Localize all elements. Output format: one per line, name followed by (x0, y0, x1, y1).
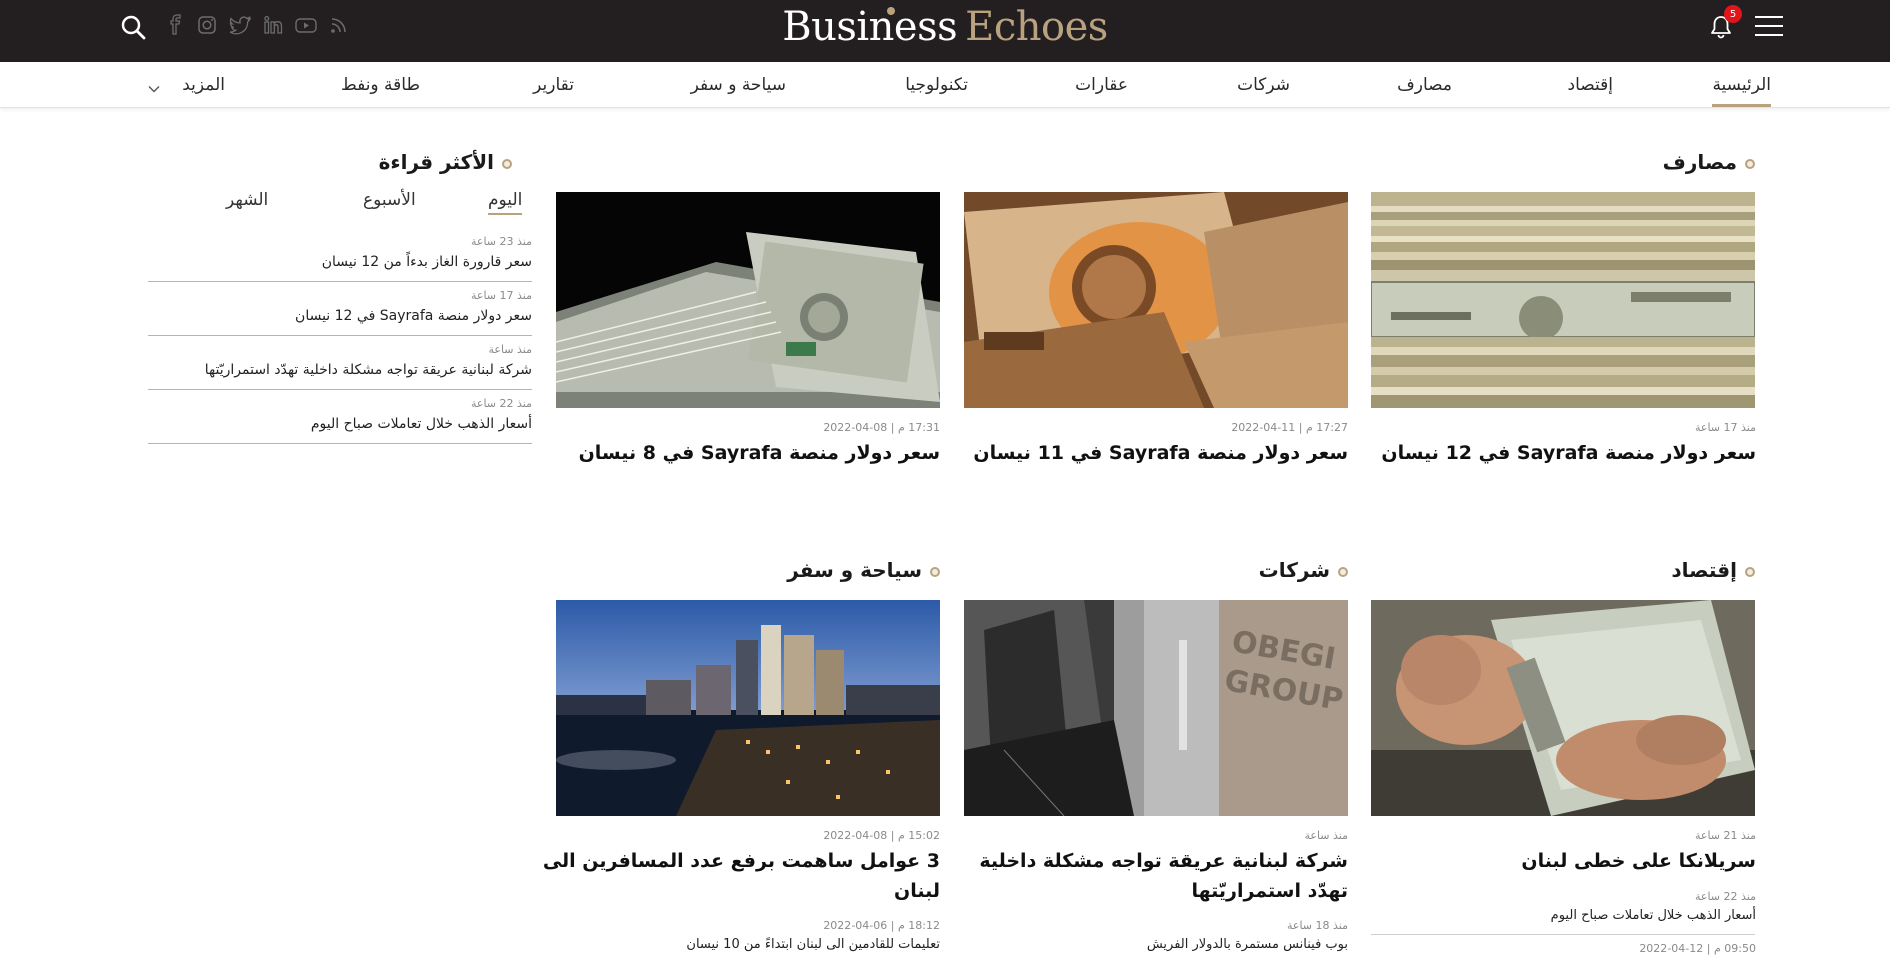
section-title-most-read: الأكثر قراءة (379, 150, 512, 174)
card-time: 17:27 م | 11-04-2022 (1231, 421, 1348, 434)
section-title-banks[interactable]: مصارف (1663, 150, 1755, 174)
most-read-item[interactable]: شركة لبنانية عريقة تواجه مشكلة داخلية ته… (205, 362, 532, 378)
sub-item-time: منذ 18 ساعة (1286, 919, 1348, 932)
most-read-tab-month[interactable]: الشهر (226, 190, 268, 210)
card-title[interactable]: سعر دولار منصة Sayrafa في 8 نيسان (556, 438, 940, 468)
card-time: 17:31 م | 08-04-2022 (823, 421, 940, 434)
nav-item-energy[interactable]: طاقة ونفط (341, 75, 420, 95)
top-bar: Business Echoes 5 (0, 0, 1890, 62)
card-image-economy[interactable] (1371, 600, 1755, 816)
most-read-tab-week[interactable]: الأسبوع (363, 190, 416, 210)
section-title-travel[interactable]: سياحة و سفر (787, 558, 940, 582)
card-title-line2[interactable]: لبنان (556, 876, 940, 906)
section-dot-icon (502, 158, 512, 169)
most-read-item[interactable]: أسعار الذهب خلال تعاملات صباح اليوم (311, 416, 532, 432)
section-dot-icon (1338, 566, 1348, 577)
card-title-line2[interactable]: تهدّد استمراريّتها (964, 876, 1348, 906)
divider (148, 443, 532, 444)
section-dot-icon (930, 566, 940, 577)
sub-item-title[interactable]: تعليمات للقادمين الى لبنان ابتداءً من 10… (686, 937, 940, 952)
divider (1371, 934, 1755, 935)
card-time: منذ 21 ساعة (1694, 829, 1756, 842)
card-image-companies[interactable]: OBEGI GROUP (964, 600, 1348, 816)
card-title[interactable]: سريلانكا على خطى لبنان (1372, 846, 1756, 876)
nav-item-real-estate[interactable]: عقارات (1075, 75, 1128, 95)
card-image-banks-1[interactable] (1371, 192, 1755, 408)
section-title-economy[interactable]: إقتصاد (1671, 558, 1755, 582)
card-title[interactable]: شركة لبنانية عريقة تواجه مشكلة داخلية (964, 846, 1348, 876)
section-dot-icon (1745, 566, 1755, 577)
nav-item-companies[interactable]: شركات (1237, 75, 1290, 95)
card-time: 15:02 م | 08-04-2022 (823, 829, 940, 842)
card-time: منذ 17 ساعة (1694, 421, 1756, 434)
most-read-time: منذ 17 ساعة (470, 289, 532, 302)
nav-item-economy[interactable]: إقتصاد (1568, 75, 1613, 95)
main-nav: الرئيسية إقتصاد مصارف شركات عقارات تكنول… (0, 62, 1890, 108)
hamburger-menu-icon[interactable] (1755, 16, 1783, 38)
most-read-item[interactable]: سعر دولار منصة Sayrafa في 12 نيسان (295, 308, 532, 324)
nav-item-technology[interactable]: تكنولوجيا (905, 75, 968, 95)
most-read-tab-day[interactable]: اليوم (488, 190, 523, 215)
most-read-time: منذ ساعة (488, 343, 532, 356)
logo-dot (887, 7, 895, 15)
chevron-down-icon[interactable] (148, 80, 160, 93)
card-title[interactable]: 3 عوامل ساهمت برفع عدد المسافرين الى (543, 846, 940, 876)
notification-badge: 5 (1724, 5, 1742, 23)
sub-item-time: 18:12 م | 06-04-2022 (823, 919, 940, 932)
divider (148, 281, 532, 282)
most-read-time: منذ 23 ساعة (470, 235, 532, 248)
card-image-banks-2[interactable] (964, 192, 1348, 408)
card-time: منذ ساعة (1304, 829, 1348, 842)
divider (148, 335, 532, 336)
nav-item-travel[interactable]: سياحة و سفر (691, 75, 786, 95)
most-read-item[interactable]: سعر قارورة الغاز بدءاً من 12 نيسان (322, 254, 532, 270)
most-read-time: منذ 22 ساعة (470, 397, 532, 410)
nav-item-banks[interactable]: مصارف (1397, 75, 1452, 95)
card-image-travel[interactable] (556, 600, 940, 816)
nav-item-more[interactable]: المزيد (182, 75, 225, 95)
sub-item-title[interactable]: بوب فينانس مستمرة بالدولار الفريش (1147, 937, 1348, 952)
nav-item-reports[interactable]: تقارير (533, 75, 574, 95)
section-dot-icon (1745, 158, 1755, 169)
sub-item-title[interactable]: أسعار الذهب خلال تعاملات صباح اليوم (1551, 908, 1756, 923)
sub-item-time: 09:50 م | 12-04-2022 (1639, 942, 1756, 955)
section-title-companies[interactable]: شركات (1259, 558, 1348, 582)
sub-item-time: منذ 22 ساعة (1694, 890, 1756, 903)
site-logo[interactable]: Business Echoes (0, 4, 1890, 50)
card-title[interactable]: سعر دولار منصة Sayrafa في 11 نيسان (964, 438, 1348, 468)
divider (148, 389, 532, 390)
nav-item-home[interactable]: الرئيسية (1712, 75, 1771, 107)
card-image-banks-3[interactable] (556, 192, 940, 408)
card-title[interactable]: سعر دولار منصة Sayrafa في 12 نيسان (1372, 438, 1756, 468)
